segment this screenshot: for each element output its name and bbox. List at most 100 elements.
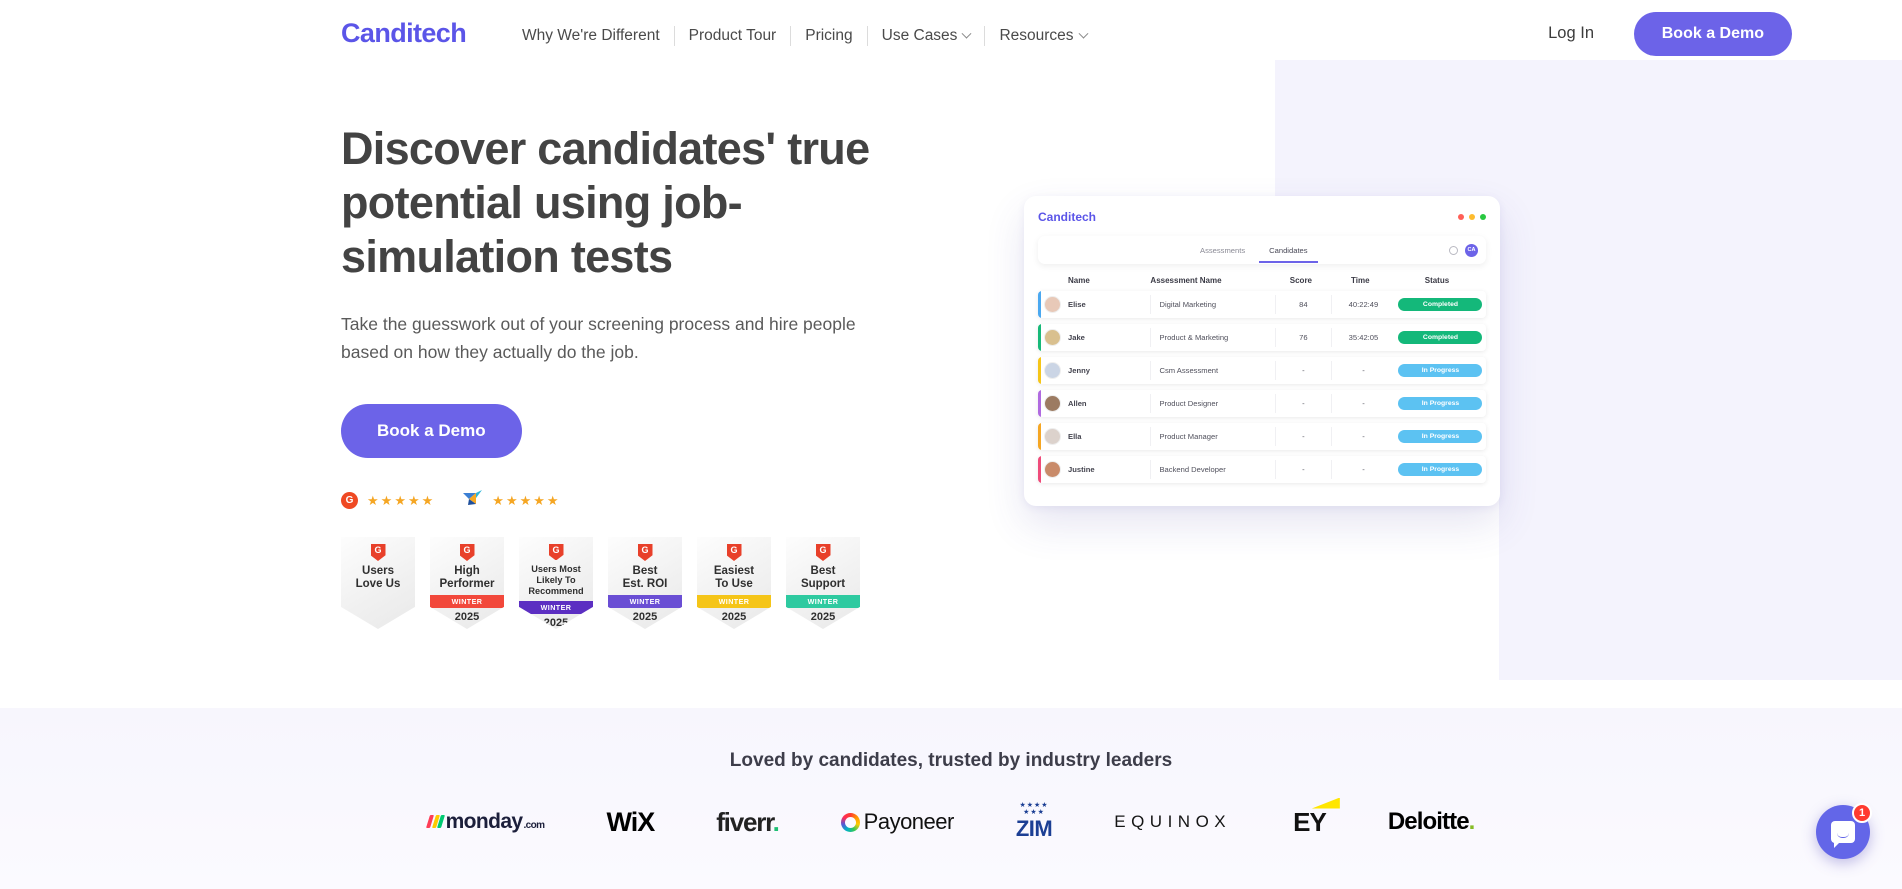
cell-assessment: Product Manager — [1150, 427, 1274, 446]
award-badge-4[interactable]: G Easiest To Use WINTER 2025 — [697, 537, 771, 629]
client-logos: monday .com WiX fiverr. Payoneer ★★★★ ★★★ Z… — [0, 797, 1902, 842]
award-badge-2[interactable]: G Users Most Likely To Recommend WINTER 202… — [519, 537, 593, 629]
avatar — [1044, 296, 1061, 313]
nav-item-use-cases[interactable]: Use Cases — [868, 27, 985, 45]
g2-icon: G — [341, 492, 358, 509]
mockup-toolbar: CA — [1449, 243, 1478, 257]
g2-icon: G — [459, 544, 475, 561]
nav-item-pricing[interactable]: Pricing — [791, 27, 866, 45]
cell-name: Ella — [1042, 428, 1150, 445]
award-badge-3[interactable]: G Best Est. ROI WINTER 2025 — [608, 537, 682, 629]
tab-assessments[interactable]: Assessments — [1188, 246, 1257, 255]
window-dot-0[interactable] — [1458, 214, 1464, 220]
star-icon: ★ — [546, 493, 559, 508]
star-icon: ★ — [421, 493, 434, 508]
status-badge: In Progress — [1398, 397, 1483, 410]
candidate-name: Justine — [1068, 465, 1095, 474]
table-row[interactable]: Jenny Csm Assessment - - In Progress — [1038, 357, 1486, 384]
table-row[interactable]: Allen Product Designer - - In Progress — [1038, 390, 1486, 417]
cell-assessment: Csm Assessment — [1150, 361, 1274, 380]
page-title: Discover candidates' true potential usin… — [341, 123, 870, 282]
award-badge-1[interactable]: G High Performer WINTER 2025 — [430, 537, 504, 629]
avatar — [1044, 395, 1061, 412]
login-link[interactable]: Log In — [1548, 24, 1594, 43]
table-row[interactable]: Jake Product & Marketing 76 35:42:05 Complet… — [1038, 324, 1486, 351]
column-header-status: Status — [1424, 276, 1450, 285]
avatar — [1044, 362, 1061, 379]
logo-monday: monday .com — [425, 802, 545, 842]
ratings-row: G ★ ★ ★ ★ ★ ★ ★ ★ ★ ★ — [341, 490, 941, 511]
product-screenshot: Canditech Assessments Candidates CA Name… — [1024, 196, 1500, 506]
candidate-name: Allen — [1068, 399, 1087, 408]
cell-status: In Progress — [1395, 397, 1486, 410]
status-badge: In Progress — [1398, 364, 1483, 377]
award-badge-ribbon: WINTER — [519, 601, 593, 614]
table-body: Elise Digital Marketing 84 40:22:49 Complete… — [1038, 291, 1486, 483]
cell-status: Completed — [1395, 331, 1486, 344]
cell-score: - — [1274, 361, 1331, 380]
hero-subheadline: Take the guesswork out of your screening… — [341, 314, 856, 362]
logo-payoneer: Payoneer — [840, 802, 954, 842]
nav-item-product-tour[interactable]: Product Tour — [675, 27, 791, 45]
window-dot-1[interactable] — [1469, 214, 1475, 220]
cell-name: Elise — [1042, 296, 1150, 313]
site-header: Canditech Why We're Different Product Tou… — [0, 0, 1902, 70]
table-row[interactable]: Elise Digital Marketing 84 40:22:49 Complete… — [1038, 291, 1486, 318]
award-badge-5[interactable]: G Best Support WINTER 2025 — [786, 537, 860, 629]
chevron-down-icon — [1078, 28, 1088, 39]
award-badge-title: Users Most Likely To Recommend — [528, 564, 584, 597]
chat-widget-button[interactable]: 1 — [1816, 803, 1872, 859]
gear-icon[interactable] — [1449, 245, 1458, 255]
candidate-name: Elise — [1068, 300, 1086, 309]
award-badge-0[interactable]: G Users Love Us — [341, 537, 415, 629]
award-badge-ribbon: WINTER — [608, 595, 682, 608]
star-rating: ★ ★ ★ ★ ★ — [367, 494, 433, 507]
cell-name: Jake — [1042, 329, 1150, 346]
cell-name: Justine — [1042, 461, 1150, 478]
row-accent-bar — [1038, 390, 1041, 417]
g2-icon: G — [637, 544, 653, 561]
cell-name: Allen — [1042, 395, 1150, 412]
table-row[interactable]: Ella Product Manager - - In Progress — [1038, 423, 1486, 450]
rating-g2[interactable]: G ★ ★ ★ ★ ★ — [341, 492, 433, 509]
window-controls — [1458, 214, 1486, 220]
trusted-title: Loved by candidates, trusted by industry… — [729, 750, 1173, 771]
cell-time: - — [1330, 394, 1395, 413]
message-bubble-icon — [1831, 821, 1855, 843]
table-row[interactable]: Justine Backend Developer - - In Progress — [1038, 456, 1486, 483]
cell-time: 40:22:49 — [1330, 295, 1395, 314]
star-icon: ★ — [505, 493, 518, 508]
status-badge: Completed — [1398, 331, 1483, 344]
chat-unread-badge: 1 — [1852, 803, 1872, 823]
star-icon: ★ — [519, 493, 532, 508]
brand-logo[interactable]: Canditech — [341, 18, 467, 49]
row-accent-bar — [1038, 456, 1041, 483]
tab-candidates[interactable]: Candidates — [1257, 246, 1319, 263]
award-badge-year: 2025 — [810, 611, 836, 623]
award-badge-title: High Performer — [439, 565, 495, 590]
row-accent-bar — [1038, 291, 1041, 318]
g2-icon: G — [815, 544, 831, 561]
avatar — [1044, 461, 1061, 478]
award-badge-title: Easiest To Use — [713, 565, 755, 590]
cell-score: 84 — [1274, 295, 1331, 314]
book-demo-button-header[interactable]: Book a Demo — [1633, 12, 1792, 56]
hero-content: Discover candidates' true potential usin… — [341, 122, 941, 629]
candidate-name: Jake — [1068, 333, 1085, 342]
nav-item-label: Why We're Different — [522, 27, 660, 44]
book-demo-button-hero[interactable]: Book a Demo — [341, 404, 522, 458]
status-badge: In Progress — [1398, 430, 1483, 443]
avatar[interactable]: CA — [1465, 243, 1478, 257]
award-badge-ribbon: WINTER — [430, 595, 504, 608]
cell-time: - — [1330, 361, 1395, 380]
nav-item-resources[interactable]: Resources — [985, 27, 1100, 45]
g2-icon: G — [370, 544, 386, 561]
rating-capterra[interactable]: ★ ★ ★ ★ ★ — [463, 490, 559, 511]
cell-assessment: Digital Marketing — [1150, 295, 1274, 314]
chevron-down-icon — [961, 28, 972, 39]
status-badge: In Progress — [1398, 463, 1483, 476]
window-dot-2[interactable] — [1480, 214, 1486, 220]
nav-item-why-we-re-different[interactable]: Why We're Different — [508, 27, 674, 45]
star-icon: ★ — [407, 493, 420, 508]
star-icon: ★ — [367, 493, 379, 508]
